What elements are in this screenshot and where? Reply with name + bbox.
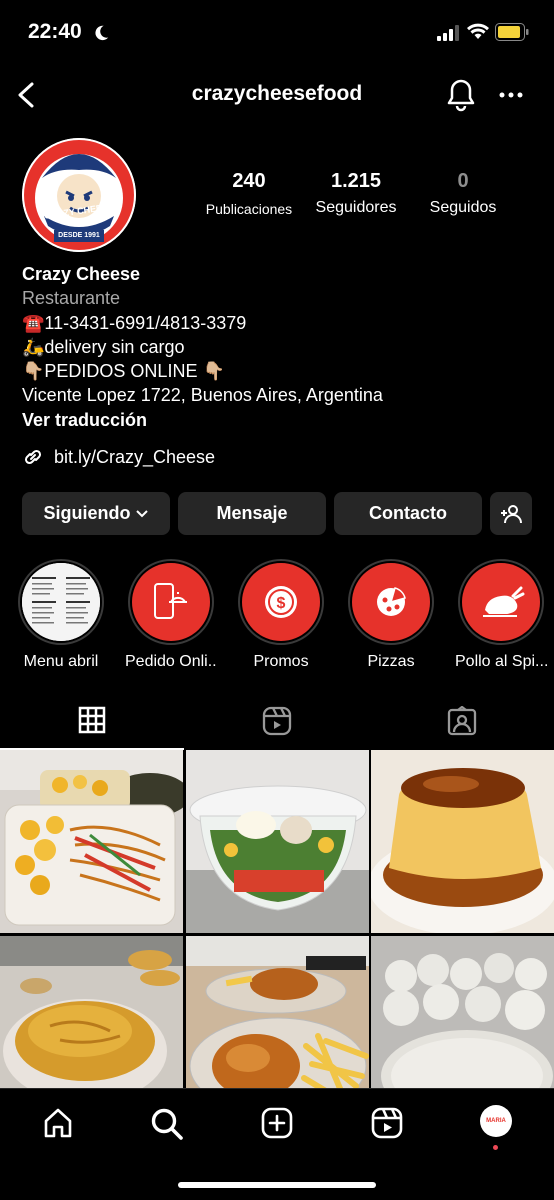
pizza-icon [377,587,406,616]
post-image [0,750,183,933]
more-options-icon[interactable] [499,80,523,110]
message-button[interactable]: Mensaje [178,492,326,535]
bio-delivery: 🛵delivery sin cargo [22,336,185,357]
highlight-label: Pollo al Spi... [455,653,547,670]
highlight-label: Menu abril [23,653,99,670]
online-order-thumbnail [132,563,210,641]
bio-address[interactable]: Vicente Lopez 1722, Buenos Aires, Argent… [22,383,542,407]
profile-tab-avatar[interactable]: MARIA [480,1105,512,1137]
contact-button-label: Contacto [369,503,447,523]
suggest-people-button[interactable] [490,492,532,535]
post-thumbnail-salad-tray[interactable] [0,750,183,933]
pizzas-thumbnail [352,563,430,641]
highlight-label: Promos [253,653,309,670]
post-image [0,936,183,1088]
contact-button[interactable]: Contacto [334,492,482,535]
website-url: bit.ly/Crazy_Cheese [54,446,216,467]
followers-count: 1.215 [330,170,382,192]
post-thumbnail-dough[interactable] [371,936,554,1088]
chevron-down-icon [135,509,148,517]
phone-order-icon [154,583,187,619]
post-image [371,750,554,933]
notification-bell-icon[interactable] [446,78,476,112]
post-image [186,750,369,933]
post-image [371,936,554,1088]
followers-stat[interactable]: 1.215 Seguidores [304,170,408,217]
followers-label: Seguidores [315,199,397,216]
search-icon[interactable] [150,1107,184,1141]
home-icon[interactable] [42,1107,74,1139]
posts-stat[interactable]: 240 Publicaciones [198,170,300,217]
dollar-coin-icon: $ [265,586,297,618]
tab-tagged[interactable] [370,692,554,750]
following-stat[interactable]: 0 Seguidos [414,170,512,217]
wifi-icon [467,23,489,39]
highlight-ring [18,559,104,645]
message-button-label: Mensaje [216,503,288,523]
tab-posts-grid[interactable] [0,692,184,750]
see-translation-link[interactable]: Ver traducción [22,408,542,432]
post-thumbnail-tortilla[interactable] [0,936,183,1088]
post-thumbnail-salad-bowl[interactable] [186,750,369,933]
highlight-ring: $ [238,559,324,645]
highlight-online-order[interactable]: Pedido Onli... [125,559,217,671]
tagged-person-icon [447,706,477,736]
highlight-ring [348,559,434,645]
reels-nav-icon[interactable] [371,1107,403,1139]
profile-bio: Crazy Cheese Restaurante ☎️11-3431-6991/… [22,262,542,432]
link-icon [24,449,42,465]
highlight-pizzas[interactable]: Pizzas [345,559,437,671]
category-label: Restaurante [22,288,121,309]
bio-online-orders: 👇🏼PEDIDOS ONLINE 👇🏼 [22,361,225,382]
avatar-initials: MARIA [486,1118,506,1124]
home-indicator [178,1182,376,1188]
following-label: Seguidos [429,199,497,216]
display-name: Crazy Cheese [22,264,141,284]
menu-document-image [22,563,100,641]
highlight-promos[interactable]: $ Promos [235,559,327,671]
add-person-icon [501,504,522,523]
post-thumbnail-chicken[interactable] [186,936,369,1088]
battery-icon [495,23,529,41]
highlight-label: Pedido Onli... [125,653,217,670]
create-post-icon[interactable] [261,1107,293,1139]
status-bar: 22:40 [0,0,554,66]
following-button-label: Siguiendo [43,503,131,523]
post-image [186,936,369,1088]
highlight-ring [458,559,544,645]
profile-tabs [0,692,554,750]
roast-chicken-icon [483,586,525,617]
reels-icon [262,706,292,736]
posts-grid [0,750,554,1088]
notification-dot [493,1145,498,1150]
highlight-chicken[interactable]: Pollo al Spi... [455,559,547,671]
cellular-signal-icon [437,25,459,41]
following-button[interactable]: Siguiendo [22,492,170,535]
status-time: 22:40 [28,20,82,43]
chicken-thumbnail [462,563,540,641]
svg-text:$: $ [277,595,286,612]
posts-label: Publicaciones [205,201,293,217]
highlight-label: Pizzas [367,653,415,670]
grid-icon [78,706,106,734]
menu-thumbnail [22,563,100,641]
post-thumbnail-flan[interactable] [371,750,554,933]
profile-nav-bar: crazycheesefood [0,70,554,120]
bio-phone: ☎️11-3431-6991/4813-3379 [22,312,247,333]
following-count: 0 [457,170,469,192]
highlight-ring [128,559,214,645]
promos-thumbnail: $ [242,563,320,641]
highlight-menu[interactable]: Menu abril [15,559,107,671]
avatar-since-text: DESDE 1991 [58,232,100,239]
tab-reels[interactable] [185,692,369,750]
moon-icon [95,25,109,41]
posts-count: 240 [232,170,266,192]
bio-website-link[interactable]: bit.ly/Crazy_Cheese [22,446,215,468]
